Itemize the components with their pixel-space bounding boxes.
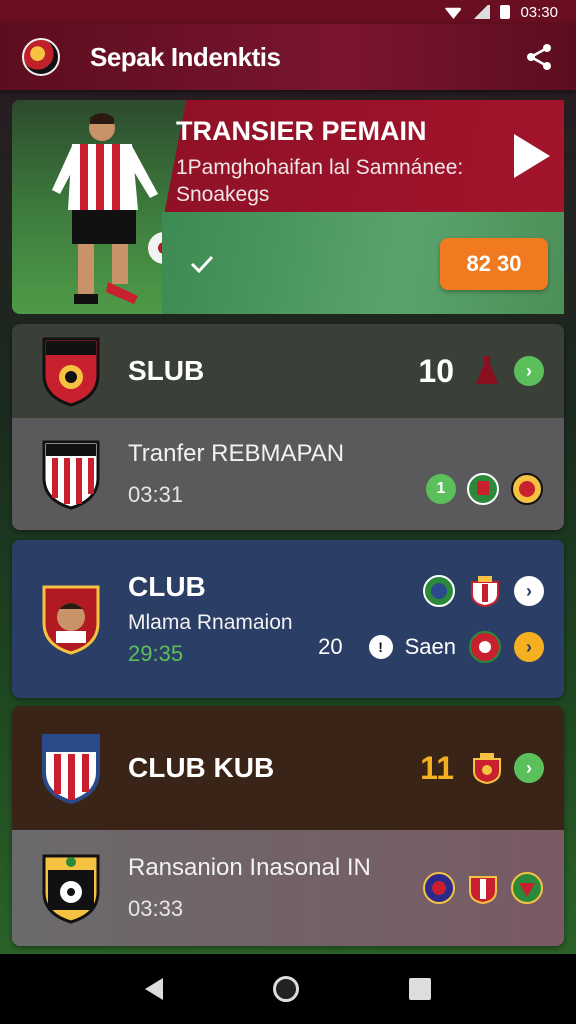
club-card-3[interactable]: CLUB KUB 11 › Ransanion Inasonal IN 03:3… [12,706,564,946]
chevron-right-icon[interactable]: › [514,576,544,606]
status-bar: 03:30 [0,0,576,24]
club-crest-icon [40,583,102,655]
back-icon[interactable] [145,978,163,1000]
battery-icon [500,5,511,19]
chevron-right-icon[interactable]: › [514,753,544,783]
club-card-transfer-row[interactable]: Ransanion Inasonal IN 03:33 [12,830,564,946]
club-card-transfer-row[interactable]: Tranfer REBMAPAN 03:31 1 [12,418,564,530]
team-badge-icon [468,630,502,664]
club-card-header: SLUB 10 › [12,324,564,418]
team-badge-icon [510,472,544,506]
transfer-label: Ransanion Inasonal IN [128,854,371,881]
status-time: 03:30 [520,3,558,21]
chevron-right-icon[interactable]: › [514,356,544,386]
club-crest-icon [40,335,102,407]
transfer-time: 03:31 [128,482,184,507]
hero-subtitle: 1Pamghohaifan lal Samnánee: Snoakegs [176,156,464,206]
app-bar: Sepak Indenktis [0,24,576,90]
transfer-time: 03:33 [128,896,184,921]
count-badge: 1 [426,474,456,504]
recent-apps-icon[interactable] [409,978,431,1000]
wifi-icon [444,7,463,19]
transfer-label: Tranfer REBMAPAN [128,440,345,467]
club-crest-icon [40,852,102,924]
club-name: CLUB [128,571,206,602]
club-card-2[interactable]: CLUB Mlama Rnamaion 29:35 › 20 ! Saen › [12,540,564,698]
app-title: Sepak Indenktis [90,41,281,72]
play-icon[interactable] [508,130,554,182]
bottle-icon [470,354,504,388]
home-icon[interactable] [273,976,299,1002]
team-badge-icon [468,574,502,608]
club-name: SLUB [128,355,205,386]
system-nav-bar [0,954,576,1024]
club-subtitle: Mlama Rnamaion [128,611,293,634]
hero-badge[interactable]: 82 30 [440,238,548,290]
club-card-1[interactable]: SLUB 10 › Tranfer REBMAPAN 03:31 1 [12,324,564,530]
check-icon [190,255,214,274]
team-badge-icon [510,871,544,905]
club-name: CLUB KUB [128,752,275,783]
share-icon[interactable] [524,42,554,72]
signal-icon [472,5,491,19]
club-score: 20 [318,634,343,659]
team-badge-icon [422,871,456,905]
team-badge-icon [422,574,456,608]
info-icon[interactable]: ! [368,635,393,659]
team-badge-icon [470,751,504,785]
extra-label: Saen [404,634,456,659]
club-score: 11 [420,749,454,786]
team-badge-icon [466,871,500,905]
club-crest-icon [40,732,102,805]
hero-title: TRANSIER PEMAIN [176,116,427,146]
app-logo[interactable] [22,38,60,76]
chevron-right-icon[interactable]: › [514,632,544,662]
team-badge-icon [466,472,500,506]
club-card-header: CLUB KUB 11 › [12,706,564,830]
club-score: 10 [418,352,454,389]
club-time: 29:35 [128,641,184,666]
club-crest-icon [40,438,102,510]
player-image [52,113,172,304]
